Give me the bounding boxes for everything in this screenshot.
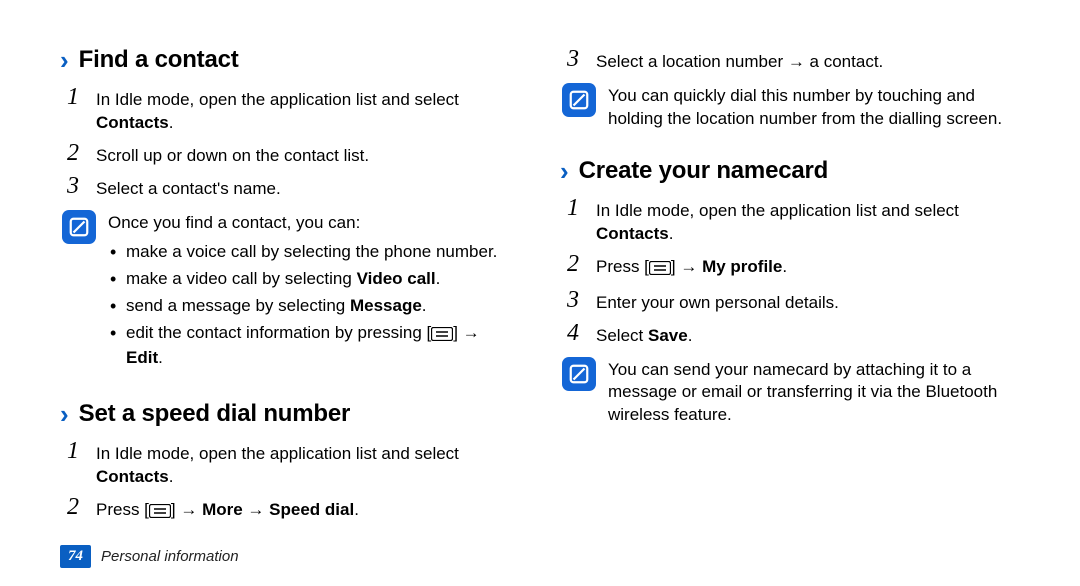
- step-number: 3: [62, 174, 84, 198]
- footer-section-name: Personal information: [101, 548, 239, 565]
- page-footer: 74 Personal information: [60, 545, 239, 568]
- note-icon: [562, 83, 596, 117]
- step-row: 2 Scroll up or down on the contact list.: [60, 138, 520, 171]
- step-row: 4 Select Save.: [560, 318, 1020, 351]
- page-number: 74: [60, 545, 91, 568]
- step-number: 3: [562, 288, 584, 312]
- menu-icon: [149, 502, 171, 525]
- step-body: In Idle mode, open the application list …: [96, 85, 520, 135]
- chevron-right-icon: ›: [560, 158, 569, 184]
- step-row: 3 Enter your own personal details.: [560, 285, 1020, 318]
- heading-text: Find a contact: [79, 46, 239, 74]
- step-number: 2: [62, 141, 84, 165]
- step-body: Enter your own personal details.: [596, 288, 839, 315]
- step-number: 3: [562, 47, 584, 71]
- step-body: Select a location number → a contact.: [596, 47, 883, 74]
- step-body: Scroll up or down on the contact list.: [96, 141, 369, 168]
- left-column: › Find a contact 1 In Idle mode, open th…: [60, 44, 520, 528]
- menu-icon: [431, 325, 453, 348]
- step-number: 1: [62, 85, 84, 109]
- note-row: You can quickly dial this number by touc…: [560, 77, 1020, 135]
- note-icon: [562, 357, 596, 391]
- heading-text: Create your namecard: [579, 157, 828, 185]
- heading-speed-dial: › Set a speed dial number: [60, 400, 520, 428]
- step-number: 1: [62, 439, 84, 463]
- bullet-item: make a voice call by selecting the phone…: [108, 241, 520, 264]
- step-body: In Idle mode, open the application list …: [596, 196, 1020, 246]
- step-number: 1: [562, 196, 584, 220]
- step-row: 2 Press [] → More → Speed dial.: [60, 492, 520, 528]
- heading-namecard: › Create your namecard: [560, 157, 1020, 185]
- step-body: Press [] → My profile.: [596, 252, 787, 282]
- menu-icon: [649, 259, 671, 282]
- note-body: You can quickly dial this number by touc…: [608, 81, 1020, 131]
- step-row: 2 Press [] → My profile.: [560, 249, 1020, 285]
- step-row: 1 In Idle mode, open the application lis…: [560, 193, 1020, 249]
- note-bullet-list: make a voice call by selecting the phone…: [108, 241, 520, 371]
- note-body: You can send your namecard by attaching …: [608, 355, 1020, 428]
- note-row: Once you find a contact, you can: make a…: [60, 204, 520, 379]
- chevron-right-icon: ›: [60, 47, 69, 73]
- heading-find-contact: › Find a contact: [60, 46, 520, 74]
- step-body: Select Save.: [596, 321, 692, 348]
- right-column: 3 Select a location number → a contact. …: [560, 44, 1020, 528]
- note-row: You can send your namecard by attaching …: [560, 351, 1020, 432]
- step-row: 1 In Idle mode, open the application lis…: [60, 436, 520, 492]
- step-body: Select a contact's name.: [96, 174, 281, 201]
- step-row: 3 Select a contact's name.: [60, 171, 520, 204]
- note-body: Once you find a contact, you can: make a…: [108, 208, 520, 375]
- bullet-item: make a video call by selecting Video cal…: [108, 268, 520, 291]
- step-row: 3 Select a location number → a contact.: [560, 44, 1020, 77]
- step-body: In Idle mode, open the application list …: [96, 439, 520, 489]
- step-row: 1 In Idle mode, open the application lis…: [60, 82, 520, 138]
- bullet-item: send a message by selecting Message.: [108, 295, 520, 318]
- step-body: Press [] → More → Speed dial.: [96, 495, 359, 525]
- note-icon: [62, 210, 96, 244]
- step-number: 2: [62, 495, 84, 519]
- bullet-item: edit the contact information by pressing…: [108, 322, 520, 371]
- step-number: 2: [562, 252, 584, 276]
- step-number: 4: [562, 321, 584, 345]
- chevron-right-icon: ›: [60, 401, 69, 427]
- heading-text: Set a speed dial number: [79, 400, 350, 428]
